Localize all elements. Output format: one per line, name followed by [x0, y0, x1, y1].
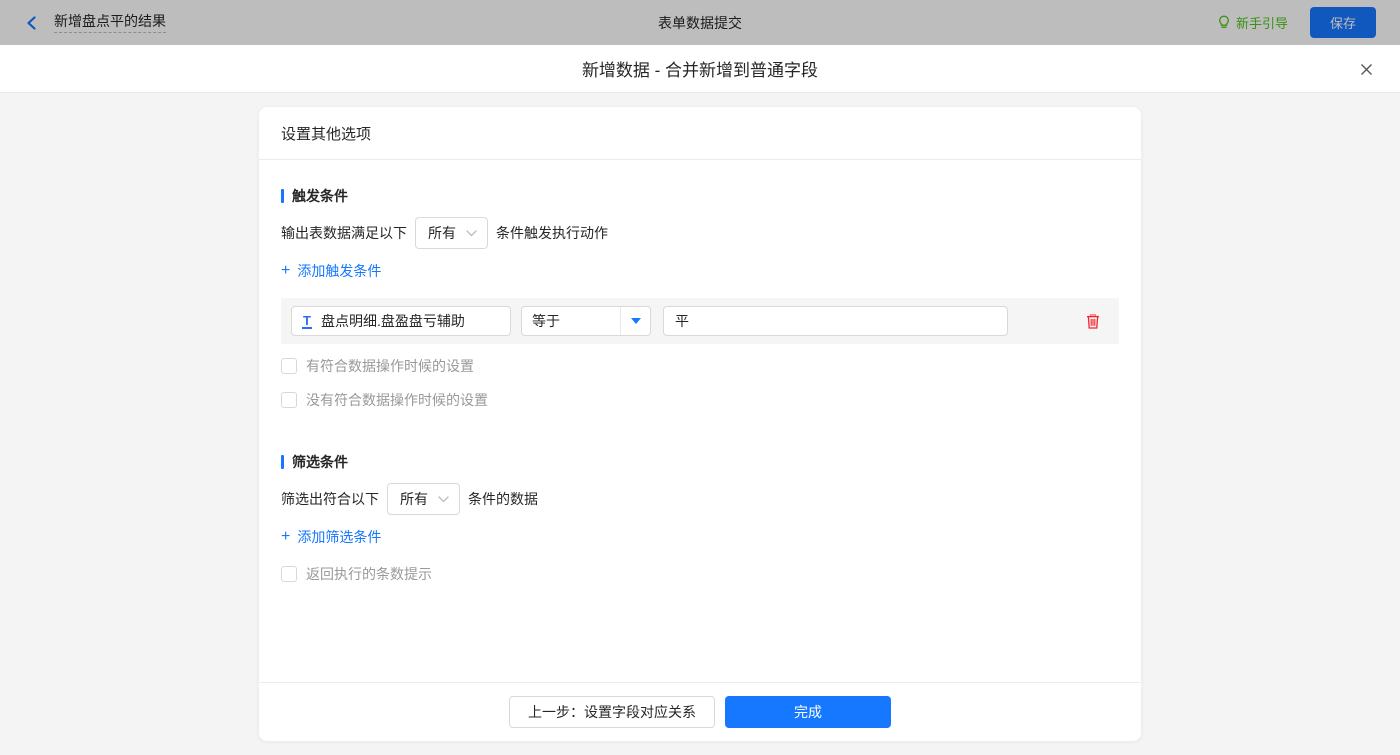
trash-icon [1087, 313, 1099, 329]
checkbox-icon[interactable] [281, 392, 297, 408]
chevron-down-icon [438, 495, 449, 502]
condition-value-input[interactable] [663, 306, 1008, 336]
add-filter-condition-link[interactable]: + 添加筛选条件 [281, 527, 381, 547]
chevron-down-icon [466, 229, 477, 236]
checkbox-icon[interactable] [281, 358, 297, 374]
filter-match-mode-select[interactable]: 所有 [387, 483, 460, 515]
filter-section-title: 筛选条件 [281, 452, 1119, 472]
plus-icon: + [281, 528, 291, 545]
card-header: 设置其他选项 [259, 107, 1141, 160]
condition-operator-select[interactable]: 等于 [521, 306, 651, 336]
caret-down-icon [630, 318, 641, 324]
modal-title: 新增数据 - 合并新增到普通字段 [581, 61, 819, 80]
checkbox-row-has-match[interactable]: 有符合数据操作时候的设置 [281, 356, 1119, 376]
filter-sentence-suffix: 条件的数据 [468, 491, 538, 507]
checkbox-icon[interactable] [281, 566, 297, 582]
options-card: 设置其他选项 触发条件 输出表数据满足以下 所有 条件触发执行动作 + 添加触发… [259, 107, 1141, 741]
close-icon [1360, 63, 1372, 75]
condition-field-select[interactable]: T 盘点明细.盘盈盘亏辅助 [291, 306, 511, 336]
top-bar: 新增盘点平的结果 表单数据提交 新手引导 保存 [0, 0, 1400, 45]
card-footer: 上一步：设置字段对应关系 完成 [259, 682, 1141, 741]
modal-header: 新增数据 - 合并新增到普通字段 [0, 45, 1400, 93]
trigger-match-mode-select[interactable]: 所有 [415, 217, 488, 249]
trigger-condition-row: T 盘点明细.盘盈盘亏辅助 等于 [281, 298, 1119, 344]
modal-body: 设置其他选项 触发条件 输出表数据满足以下 所有 条件触发执行动作 + 添加触发… [0, 93, 1400, 755]
trigger-section-title: 触发条件 [281, 186, 1119, 206]
add-trigger-condition-link[interactable]: + 添加触发条件 [281, 261, 381, 281]
card-content: 触发条件 输出表数据满足以下 所有 条件触发执行动作 + 添加触发条件 T 盘点… [259, 160, 1141, 682]
modal-backdrop [0, 0, 1400, 45]
checkbox-row-no-match[interactable]: 没有符合数据操作时候的设置 [281, 390, 1119, 410]
trigger-condition-sentence: 输出表数据满足以下 所有 条件触发执行动作 [281, 217, 1119, 249]
finish-button[interactable]: 完成 [725, 696, 891, 728]
filter-condition-sentence: 筛选出符合以下 所有 条件的数据 [281, 483, 1119, 515]
previous-step-button[interactable]: 上一步：设置字段对应关系 [509, 696, 715, 728]
section-bar-icon [281, 189, 284, 203]
checkbox-row-return-count[interactable]: 返回执行的条数提示 [281, 564, 1119, 584]
text-field-type-icon: T [302, 312, 312, 329]
section-bar-icon [281, 455, 284, 469]
trigger-sentence-prefix: 输出表数据满足以下 [281, 225, 407, 241]
delete-condition-button[interactable] [1085, 313, 1101, 330]
plus-icon: + [281, 262, 291, 279]
operator-caret-zone [620, 307, 650, 335]
close-button[interactable] [1356, 59, 1376, 79]
filter-sentence-prefix: 筛选出符合以下 [281, 491, 379, 507]
trigger-sentence-suffix: 条件触发执行动作 [496, 225, 608, 241]
